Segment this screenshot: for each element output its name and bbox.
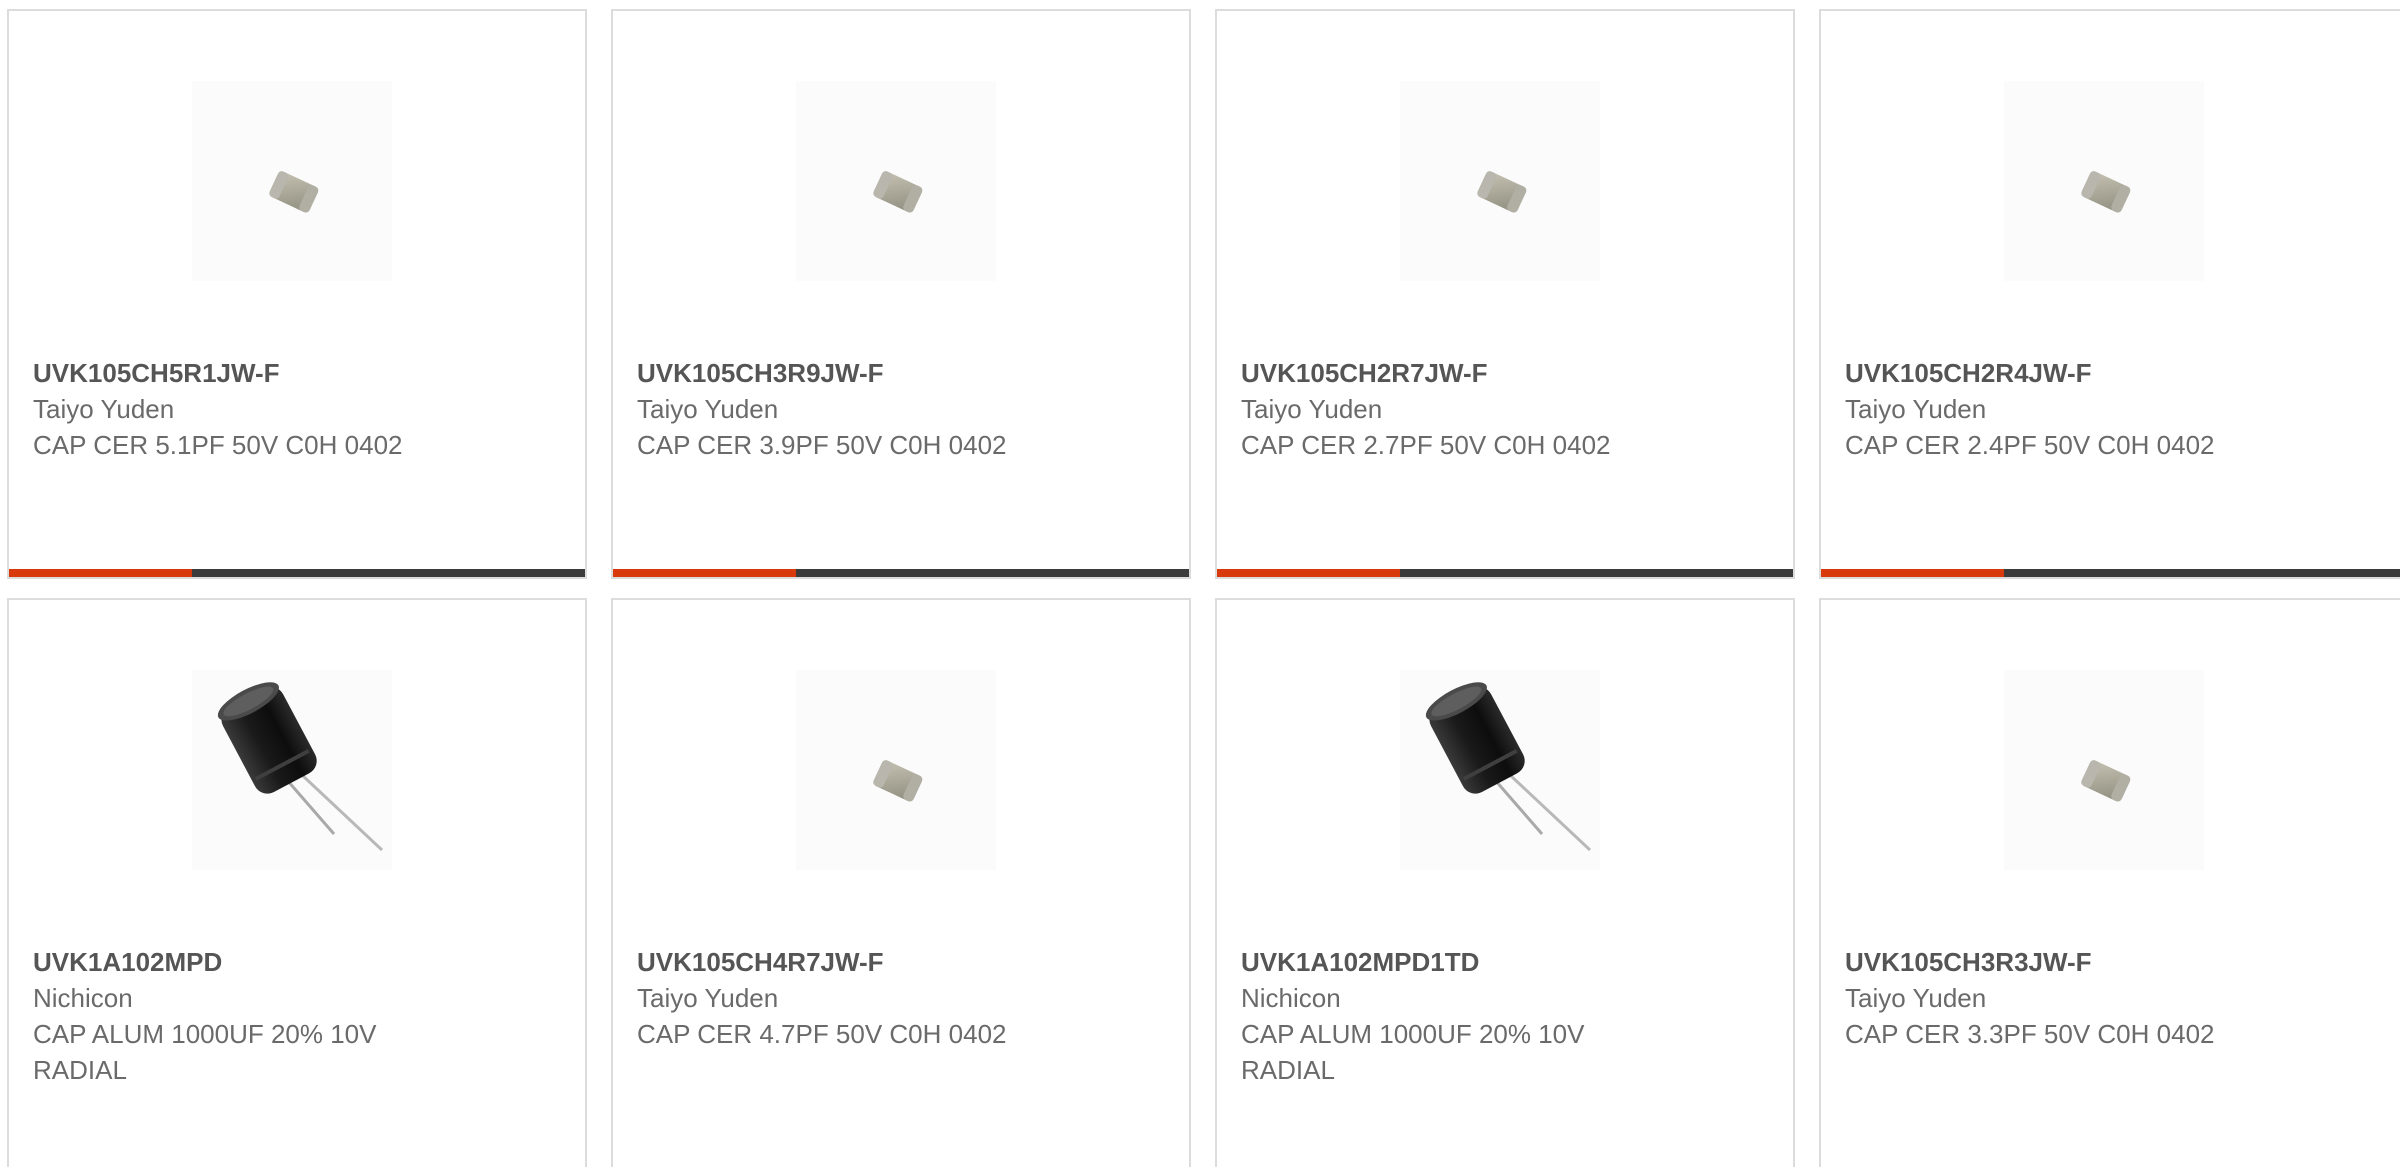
- product-image: [796, 81, 996, 281]
- description: CAP CER 2.7PF 50V C0H 0402: [1241, 430, 1611, 460]
- product-info: UVK1A102MPD Nichicon CAP ALUM 1000UF 20%…: [33, 944, 553, 1088]
- description: CAP ALUM 1000UF 20% 10V RADIAL: [1241, 1019, 1585, 1085]
- manufacturer: Taiyo Yuden: [1241, 394, 1383, 424]
- card-footer-bar: [9, 569, 585, 577]
- card-accent-bar: [1217, 569, 1400, 577]
- product-info: UVK105CH2R7JW-F Taiyo Yuden CAP CER 2.7P…: [1241, 355, 1761, 463]
- ceramic-chip-capacitor-icon: [269, 171, 319, 213]
- ceramic-chip-capacitor-icon: [2081, 171, 2131, 213]
- manufacturer: Taiyo Yuden: [637, 983, 779, 1013]
- part-number[interactable]: UVK105CH4R7JW-F: [637, 944, 1157, 980]
- product-card[interactable]: UVK1A102MPD1TD Nichicon CAP ALUM 1000UF …: [1215, 598, 1795, 1167]
- description: CAP CER 3.9PF 50V C0H 0402: [637, 430, 1007, 460]
- manufacturer: Taiyo Yuden: [33, 394, 175, 424]
- product-grid: UVK105CH5R1JW-F Taiyo Yuden CAP CER 5.1P…: [0, 0, 2400, 1167]
- ceramic-chip-capacitor-icon: [873, 760, 923, 802]
- product-card[interactable]: UVK105CH5R1JW-F Taiyo Yuden CAP CER 5.1P…: [7, 9, 587, 579]
- description: CAP CER 2.4PF 50V C0H 0402: [1845, 430, 2215, 460]
- part-number[interactable]: UVK1A102MPD: [33, 944, 553, 980]
- card-footer-bar: [613, 569, 1189, 577]
- product-image: [1400, 670, 1600, 870]
- manufacturer: Taiyo Yuden: [637, 394, 779, 424]
- part-number[interactable]: UVK105CH3R9JW-F: [637, 355, 1157, 391]
- manufacturer: Nichicon: [33, 983, 133, 1013]
- card-footer-bar: [1217, 569, 1793, 577]
- part-number[interactable]: UVK105CH5R1JW-F: [33, 355, 553, 391]
- product-image: [2004, 81, 2204, 281]
- ceramic-chip-capacitor-icon: [873, 171, 923, 213]
- card-accent-bar: [9, 569, 192, 577]
- description: CAP CER 3.3PF 50V C0H 0402: [1845, 1019, 2215, 1049]
- product-image: [192, 81, 392, 281]
- product-image: [1400, 81, 1600, 281]
- card-accent-bar: [613, 569, 796, 577]
- part-number[interactable]: UVK105CH2R7JW-F: [1241, 355, 1761, 391]
- product-info: UVK105CH3R9JW-F Taiyo Yuden CAP CER 3.9P…: [637, 355, 1157, 463]
- manufacturer: Taiyo Yuden: [1845, 394, 1987, 424]
- electrolytic-capacitor-icon: [217, 682, 384, 852]
- part-number[interactable]: UVK1A102MPD1TD: [1241, 944, 1761, 980]
- product-info: UVK105CH4R7JW-F Taiyo Yuden CAP CER 4.7P…: [637, 944, 1157, 1052]
- part-number[interactable]: UVK105CH3R3JW-F: [1845, 944, 2365, 980]
- product-info: UVK105CH2R4JW-F Taiyo Yuden CAP CER 2.4P…: [1845, 355, 2365, 463]
- product-card[interactable]: UVK105CH3R3JW-F Taiyo Yuden CAP CER 3.3P…: [1819, 598, 2400, 1167]
- product-image: [2004, 670, 2204, 870]
- product-card[interactable]: UVK105CH4R7JW-F Taiyo Yuden CAP CER 4.7P…: [611, 598, 1191, 1167]
- card-accent-bar: [1821, 569, 2004, 577]
- card-footer-bar: [1821, 569, 2400, 577]
- ceramic-chip-capacitor-icon: [1477, 171, 1527, 213]
- product-image: [796, 670, 996, 870]
- manufacturer: Taiyo Yuden: [1845, 983, 1987, 1013]
- product-card[interactable]: UVK1A102MPD Nichicon CAP ALUM 1000UF 20%…: [7, 598, 587, 1167]
- description: CAP ALUM 1000UF 20% 10V RADIAL: [33, 1019, 377, 1085]
- product-card[interactable]: UVK105CH2R4JW-F Taiyo Yuden CAP CER 2.4P…: [1819, 9, 2400, 579]
- product-info: UVK105CH3R3JW-F Taiyo Yuden CAP CER 3.3P…: [1845, 944, 2365, 1052]
- ceramic-chip-capacitor-icon: [2081, 760, 2131, 802]
- product-card[interactable]: UVK105CH2R7JW-F Taiyo Yuden CAP CER 2.7P…: [1215, 9, 1795, 579]
- product-info: UVK105CH5R1JW-F Taiyo Yuden CAP CER 5.1P…: [33, 355, 553, 463]
- product-image: [192, 670, 392, 870]
- manufacturer: Nichicon: [1241, 983, 1341, 1013]
- electrolytic-capacitor-icon: [1425, 682, 1592, 852]
- product-info: UVK1A102MPD1TD Nichicon CAP ALUM 1000UF …: [1241, 944, 1761, 1088]
- product-card[interactable]: UVK105CH3R9JW-F Taiyo Yuden CAP CER 3.9P…: [611, 9, 1191, 579]
- description: CAP CER 5.1PF 50V C0H 0402: [33, 430, 403, 460]
- description: CAP CER 4.7PF 50V C0H 0402: [637, 1019, 1007, 1049]
- part-number[interactable]: UVK105CH2R4JW-F: [1845, 355, 2365, 391]
